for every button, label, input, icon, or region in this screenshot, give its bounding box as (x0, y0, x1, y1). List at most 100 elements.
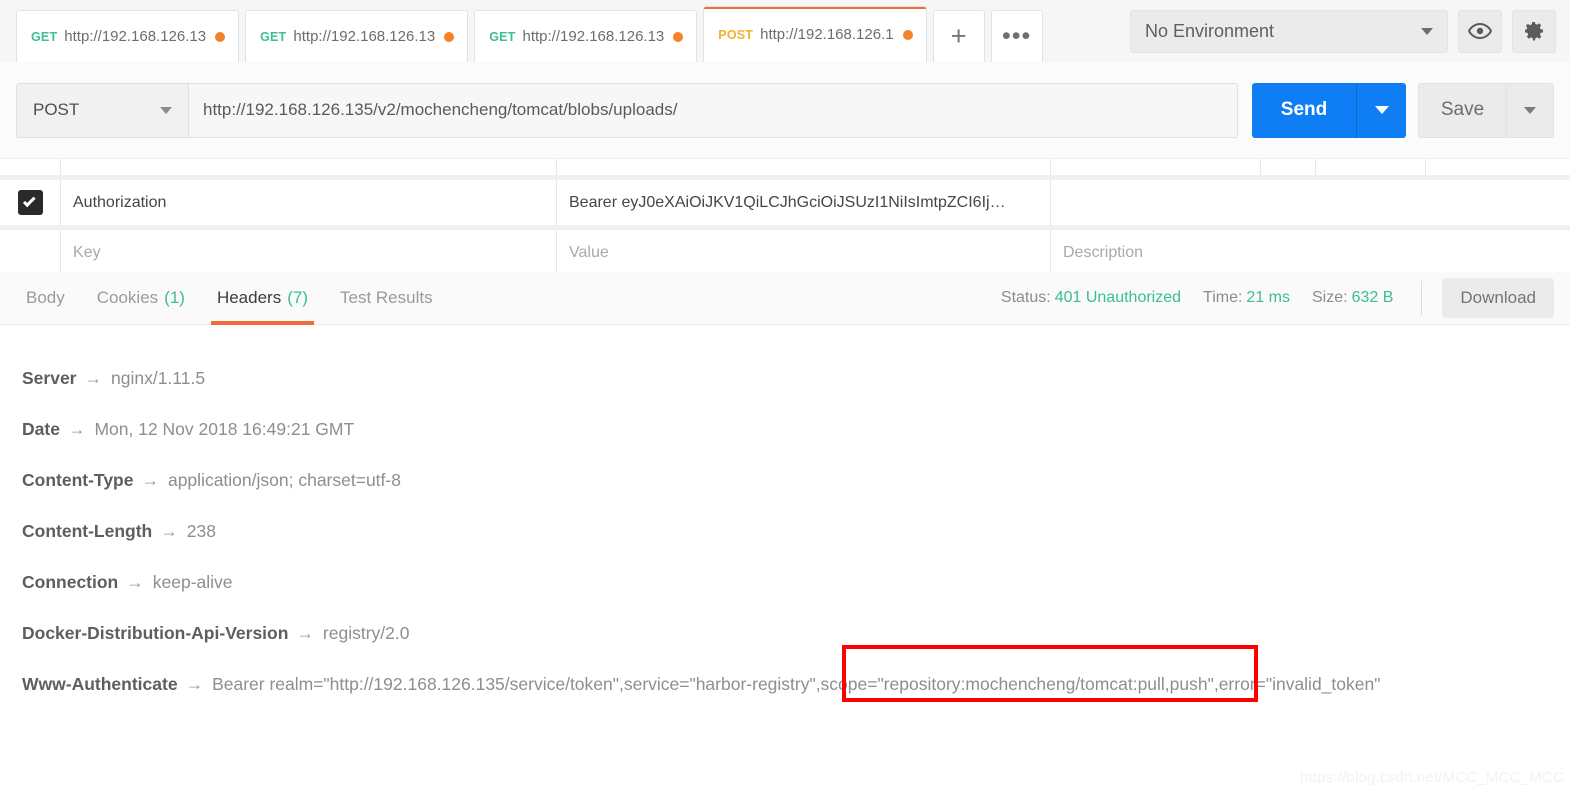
response-header-value: Bearer realm="http://192.168.126.135/ser… (212, 674, 1381, 694)
tab-cookies-label: Cookies (96, 288, 159, 307)
arrow-icon: → (185, 674, 204, 694)
response-header-name: Connection (22, 572, 119, 592)
postman-window: GET http://192.168.126.13 GET http://192… (0, 0, 1570, 794)
send-button-group: Send (1252, 82, 1406, 138)
send-button[interactable]: Send (1252, 82, 1356, 138)
header-enabled-checkbox[interactable] (0, 180, 61, 225)
response-header-value: nginx/1.11.5 (111, 368, 206, 388)
tab-test-results-label: Test Results (340, 288, 433, 307)
response-header-row: Docker-Distribution-Api-Version → regist… (22, 608, 1570, 659)
settings-button[interactable] (1512, 9, 1556, 53)
size-label: Size: (1312, 289, 1348, 306)
tab-cookies[interactable]: Cookies (1) (81, 272, 201, 325)
header-description-input[interactable]: Description (1051, 230, 1570, 275)
tab-cookies-count: (1) (164, 288, 185, 307)
top-bar: GET http://192.168.126.13 GET http://192… (0, 0, 1570, 62)
status-value: 401 Unauthorized (1054, 289, 1182, 306)
environment-selector[interactable]: No Environment (1130, 9, 1448, 53)
request-tab-2[interactable]: GET http://192.168.126.13 (245, 10, 469, 62)
header-value-value: Bearer eyJ0eXAiOiJKV1QiLCJhGciOiJSUzI1Ni… (569, 193, 1006, 211)
environment-bar: No Environment (1130, 0, 1570, 62)
response-header-name: Www-Authenticate (22, 674, 178, 694)
tab-url-label: http://192.168.126.13 (293, 28, 436, 45)
response-header-row: Date → Mon, 12 Nov 2018 16:49:21 GMT (22, 404, 1570, 455)
arrow-icon: → (141, 470, 159, 490)
save-button-group: Save (1418, 82, 1554, 138)
tab-body-label: Body (26, 288, 65, 307)
header-description-placeholder: Description (1063, 243, 1144, 261)
save-button[interactable]: Save (1418, 82, 1506, 138)
save-options-button[interactable] (1506, 82, 1554, 138)
response-header-value: Mon, 12 Nov 2018 16:49:21 GMT (94, 419, 355, 439)
tab-method-label: GET (31, 29, 58, 44)
checkbox-checked (17, 190, 43, 215)
time-badge: Time: 21 ms (1203, 289, 1290, 307)
size-badge: Size: 632 B (1312, 289, 1393, 307)
environment-quick-look-button[interactable] (1458, 9, 1502, 53)
response-header-row: Www-Authenticate → Bearer realm="http://… (22, 659, 1570, 710)
unsaved-indicator-dot (673, 31, 684, 42)
new-tab-button[interactable]: + (932, 10, 985, 62)
request-url-input[interactable]: http://192.168.126.135/v2/mochencheng/to… (188, 82, 1238, 138)
chevron-down-icon (1524, 106, 1536, 114)
header-key-cell[interactable]: Authorization (61, 180, 557, 225)
tab-body[interactable]: Body (10, 272, 81, 325)
response-header-value: keep-alive (152, 572, 233, 592)
tab-overflow-menu-button[interactable]: ••• (990, 10, 1043, 62)
table-row[interactable]: Authorization Bearer eyJ0eXAiOiJKV1QiLCJ… (0, 180, 1570, 225)
tab-method-label: GET (260, 29, 287, 44)
header-value-input[interactable]: Value (557, 230, 1051, 275)
header-description-cell[interactable] (1051, 180, 1570, 225)
tab-headers-label: Headers (216, 288, 282, 307)
send-options-button[interactable] (1356, 82, 1406, 138)
size-value: 632 B (1351, 289, 1394, 306)
watermark: https://blog.csdn.net/MCC_MCC_MCC (1299, 769, 1564, 786)
table-row-empty[interactable]: Key Value Description (0, 230, 1570, 275)
response-header-name: Server (22, 368, 77, 388)
arrow-icon: → (126, 572, 144, 592)
response-meta: Status: 401 Unauthorized Time: 21 ms Size:… (979, 278, 1570, 318)
chevron-down-icon (1374, 106, 1389, 114)
header-value-cell[interactable]: Bearer eyJ0eXAiOiJKV1QiLCJhGciOiJSUzI1Ni… (557, 180, 1051, 225)
status-badge: Status: 401 Unauthorized (1001, 289, 1181, 307)
check-icon (22, 194, 36, 207)
response-header-name: Content-Type (22, 470, 134, 490)
http-method-label: POST (33, 100, 80, 119)
arrow-icon: → (67, 419, 86, 439)
arrow-icon: → (84, 368, 103, 388)
header-key-input[interactable]: Key (61, 230, 557, 275)
time-value: 21 ms (1246, 289, 1290, 306)
tab-test-results[interactable]: Test Results (324, 272, 449, 325)
table-row-clipped (0, 159, 1570, 175)
request-tab-3[interactable]: GET http://192.168.126.13 (474, 10, 698, 62)
tab-url-label: http://192.168.126.13 (64, 28, 207, 45)
arrow-icon: → (160, 521, 178, 541)
response-headers-list: Server → nginx/1.11.5 Date → Mon, 12 Nov… (0, 325, 1570, 794)
http-method-select[interactable]: POST (16, 82, 188, 138)
tab-method-label: POST (718, 27, 754, 42)
chevron-down-icon (1421, 27, 1433, 35)
response-header-value: registry/2.0 (322, 623, 410, 643)
request-url-bar: POST http://192.168.126.135/v2/mochenche… (0, 62, 1570, 159)
unsaved-indicator-dot (215, 31, 226, 42)
response-header-row: Content-Type → application/json; charset… (22, 455, 1570, 506)
response-header-name: Docker-Distribution-Api-Version (22, 623, 289, 643)
arrow-icon: → (296, 623, 314, 643)
tab-method-label: GET (489, 29, 516, 44)
plus-icon: + (950, 21, 967, 51)
status-label: Status: (1000, 289, 1051, 306)
request-tab-strip: GET http://192.168.126.13 GET http://192… (0, 0, 1049, 62)
request-tab-4-active[interactable]: POST http://192.168.126.1 (703, 6, 927, 62)
tab-url-label: http://192.168.126.13 (522, 28, 665, 45)
download-button[interactable]: Download (1442, 278, 1554, 318)
header-key-placeholder: Key (73, 243, 101, 261)
header-enabled-checkbox-empty[interactable] (0, 230, 61, 275)
request-tab-1[interactable]: GET http://192.168.126.13 (16, 10, 240, 62)
tab-headers[interactable]: Headers (7) (201, 272, 324, 325)
gear-icon (1525, 22, 1543, 41)
chevron-down-icon (160, 106, 172, 114)
clipped-row-dividers (0, 159, 1570, 175)
unsaved-indicator-dot (444, 31, 455, 42)
tab-url-label: http://192.168.126.1 (760, 26, 894, 43)
response-header-row: Server → nginx/1.11.5 (22, 353, 1570, 404)
